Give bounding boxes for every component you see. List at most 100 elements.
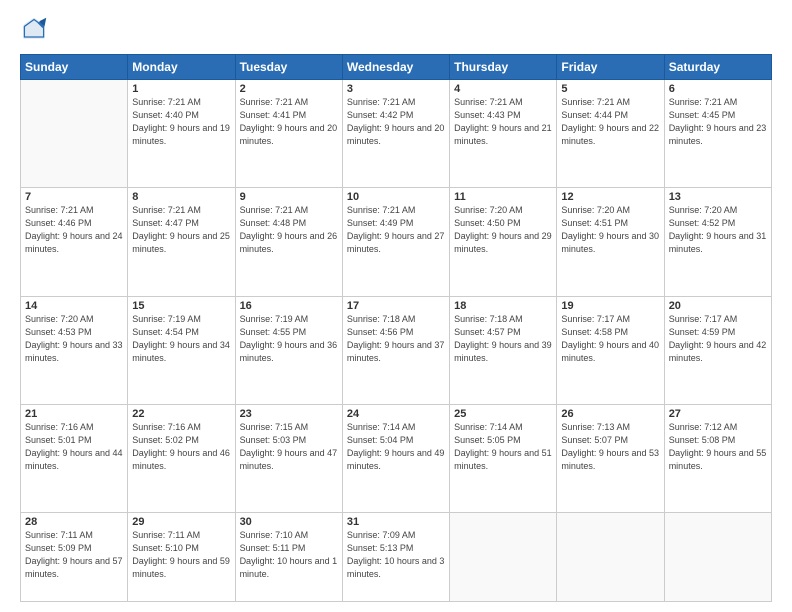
col-wednesday: Wednesday bbox=[342, 55, 449, 80]
day-info: Sunrise: 7:21 AMSunset: 4:45 PMDaylight:… bbox=[669, 96, 767, 148]
day-info: Sunrise: 7:17 AMSunset: 4:58 PMDaylight:… bbox=[561, 313, 659, 365]
calendar-cell: 2Sunrise: 7:21 AMSunset: 4:41 PMDaylight… bbox=[235, 80, 342, 188]
day-info: Sunrise: 7:20 AMSunset: 4:52 PMDaylight:… bbox=[669, 204, 767, 256]
day-info: Sunrise: 7:16 AMSunset: 5:01 PMDaylight:… bbox=[25, 421, 123, 473]
day-info: Sunrise: 7:20 AMSunset: 4:51 PMDaylight:… bbox=[561, 204, 659, 256]
day-info: Sunrise: 7:17 AMSunset: 4:59 PMDaylight:… bbox=[669, 313, 767, 365]
day-number: 30 bbox=[240, 516, 338, 528]
day-info: Sunrise: 7:21 AMSunset: 4:46 PMDaylight:… bbox=[25, 204, 123, 256]
day-number: 10 bbox=[347, 191, 445, 203]
calendar-cell: 19Sunrise: 7:17 AMSunset: 4:58 PMDayligh… bbox=[557, 296, 664, 404]
calendar-cell: 15Sunrise: 7:19 AMSunset: 4:54 PMDayligh… bbox=[128, 296, 235, 404]
day-number: 11 bbox=[454, 191, 552, 203]
day-number: 17 bbox=[347, 300, 445, 312]
day-info: Sunrise: 7:19 AMSunset: 4:55 PMDaylight:… bbox=[240, 313, 338, 365]
day-number: 31 bbox=[347, 516, 445, 528]
calendar-cell: 24Sunrise: 7:14 AMSunset: 5:04 PMDayligh… bbox=[342, 404, 449, 512]
day-info: Sunrise: 7:16 AMSunset: 5:02 PMDaylight:… bbox=[132, 421, 230, 473]
day-number: 19 bbox=[561, 300, 659, 312]
calendar-cell: 29Sunrise: 7:11 AMSunset: 5:10 PMDayligh… bbox=[128, 513, 235, 602]
calendar-cell: 17Sunrise: 7:18 AMSunset: 4:56 PMDayligh… bbox=[342, 296, 449, 404]
calendar-cell: 13Sunrise: 7:20 AMSunset: 4:52 PMDayligh… bbox=[664, 188, 771, 296]
col-friday: Friday bbox=[557, 55, 664, 80]
col-thursday: Thursday bbox=[450, 55, 557, 80]
calendar-cell: 3Sunrise: 7:21 AMSunset: 4:42 PMDaylight… bbox=[342, 80, 449, 188]
calendar-cell: 11Sunrise: 7:20 AMSunset: 4:50 PMDayligh… bbox=[450, 188, 557, 296]
day-info: Sunrise: 7:20 AMSunset: 4:53 PMDaylight:… bbox=[25, 313, 123, 365]
calendar-cell: 7Sunrise: 7:21 AMSunset: 4:46 PMDaylight… bbox=[21, 188, 128, 296]
day-info: Sunrise: 7:18 AMSunset: 4:57 PMDaylight:… bbox=[454, 313, 552, 365]
header bbox=[20, 16, 772, 44]
calendar-cell: 1Sunrise: 7:21 AMSunset: 4:40 PMDaylight… bbox=[128, 80, 235, 188]
day-info: Sunrise: 7:12 AMSunset: 5:08 PMDaylight:… bbox=[669, 421, 767, 473]
calendar-cell: 5Sunrise: 7:21 AMSunset: 4:44 PMDaylight… bbox=[557, 80, 664, 188]
calendar-cell: 23Sunrise: 7:15 AMSunset: 5:03 PMDayligh… bbox=[235, 404, 342, 512]
col-saturday: Saturday bbox=[664, 55, 771, 80]
day-info: Sunrise: 7:20 AMSunset: 4:50 PMDaylight:… bbox=[454, 204, 552, 256]
day-info: Sunrise: 7:11 AMSunset: 5:10 PMDaylight:… bbox=[132, 529, 230, 581]
day-info: Sunrise: 7:13 AMSunset: 5:07 PMDaylight:… bbox=[561, 421, 659, 473]
calendar-header-row: Sunday Monday Tuesday Wednesday Thursday… bbox=[21, 55, 772, 80]
day-info: Sunrise: 7:21 AMSunset: 4:41 PMDaylight:… bbox=[240, 96, 338, 148]
calendar-cell: 31Sunrise: 7:09 AMSunset: 5:13 PMDayligh… bbox=[342, 513, 449, 602]
day-info: Sunrise: 7:14 AMSunset: 5:05 PMDaylight:… bbox=[454, 421, 552, 473]
day-number: 25 bbox=[454, 408, 552, 420]
day-info: Sunrise: 7:21 AMSunset: 4:49 PMDaylight:… bbox=[347, 204, 445, 256]
day-number: 9 bbox=[240, 191, 338, 203]
day-number: 15 bbox=[132, 300, 230, 312]
day-info: Sunrise: 7:15 AMSunset: 5:03 PMDaylight:… bbox=[240, 421, 338, 473]
calendar-cell: 14Sunrise: 7:20 AMSunset: 4:53 PMDayligh… bbox=[21, 296, 128, 404]
calendar-cell: 25Sunrise: 7:14 AMSunset: 5:05 PMDayligh… bbox=[450, 404, 557, 512]
calendar-cell: 8Sunrise: 7:21 AMSunset: 4:47 PMDaylight… bbox=[128, 188, 235, 296]
calendar-cell: 18Sunrise: 7:18 AMSunset: 4:57 PMDayligh… bbox=[450, 296, 557, 404]
calendar-cell: 9Sunrise: 7:21 AMSunset: 4:48 PMDaylight… bbox=[235, 188, 342, 296]
day-number: 23 bbox=[240, 408, 338, 420]
day-info: Sunrise: 7:21 AMSunset: 4:43 PMDaylight:… bbox=[454, 96, 552, 148]
calendar-cell: 30Sunrise: 7:10 AMSunset: 5:11 PMDayligh… bbox=[235, 513, 342, 602]
day-number: 13 bbox=[669, 191, 767, 203]
day-number: 29 bbox=[132, 516, 230, 528]
calendar-cell: 16Sunrise: 7:19 AMSunset: 4:55 PMDayligh… bbox=[235, 296, 342, 404]
day-info: Sunrise: 7:21 AMSunset: 4:42 PMDaylight:… bbox=[347, 96, 445, 148]
day-info: Sunrise: 7:18 AMSunset: 4:56 PMDaylight:… bbox=[347, 313, 445, 365]
calendar-cell: 26Sunrise: 7:13 AMSunset: 5:07 PMDayligh… bbox=[557, 404, 664, 512]
col-monday: Monday bbox=[128, 55, 235, 80]
day-info: Sunrise: 7:21 AMSunset: 4:48 PMDaylight:… bbox=[240, 204, 338, 256]
calendar-cell bbox=[664, 513, 771, 602]
calendar-cell bbox=[450, 513, 557, 602]
day-number: 24 bbox=[347, 408, 445, 420]
day-number: 3 bbox=[347, 83, 445, 95]
day-number: 8 bbox=[132, 191, 230, 203]
calendar-cell: 20Sunrise: 7:17 AMSunset: 4:59 PMDayligh… bbox=[664, 296, 771, 404]
day-info: Sunrise: 7:11 AMSunset: 5:09 PMDaylight:… bbox=[25, 529, 123, 581]
day-number: 27 bbox=[669, 408, 767, 420]
day-number: 6 bbox=[669, 83, 767, 95]
day-info: Sunrise: 7:21 AMSunset: 4:40 PMDaylight:… bbox=[132, 96, 230, 148]
day-number: 2 bbox=[240, 83, 338, 95]
day-number: 5 bbox=[561, 83, 659, 95]
day-info: Sunrise: 7:14 AMSunset: 5:04 PMDaylight:… bbox=[347, 421, 445, 473]
day-info: Sunrise: 7:19 AMSunset: 4:54 PMDaylight:… bbox=[132, 313, 230, 365]
day-number: 1 bbox=[132, 83, 230, 95]
page: Sunday Monday Tuesday Wednesday Thursday… bbox=[0, 0, 792, 612]
logo bbox=[20, 16, 52, 44]
calendar-cell: 10Sunrise: 7:21 AMSunset: 4:49 PMDayligh… bbox=[342, 188, 449, 296]
day-info: Sunrise: 7:21 AMSunset: 4:44 PMDaylight:… bbox=[561, 96, 659, 148]
col-sunday: Sunday bbox=[21, 55, 128, 80]
day-info: Sunrise: 7:21 AMSunset: 4:47 PMDaylight:… bbox=[132, 204, 230, 256]
day-number: 12 bbox=[561, 191, 659, 203]
calendar-cell: 6Sunrise: 7:21 AMSunset: 4:45 PMDaylight… bbox=[664, 80, 771, 188]
calendar-cell bbox=[557, 513, 664, 602]
logo-icon bbox=[20, 16, 48, 44]
day-number: 28 bbox=[25, 516, 123, 528]
day-number: 26 bbox=[561, 408, 659, 420]
calendar-table: Sunday Monday Tuesday Wednesday Thursday… bbox=[20, 54, 772, 602]
day-number: 16 bbox=[240, 300, 338, 312]
day-number: 14 bbox=[25, 300, 123, 312]
calendar-cell: 4Sunrise: 7:21 AMSunset: 4:43 PMDaylight… bbox=[450, 80, 557, 188]
calendar-cell: 21Sunrise: 7:16 AMSunset: 5:01 PMDayligh… bbox=[21, 404, 128, 512]
calendar-cell bbox=[21, 80, 128, 188]
day-number: 18 bbox=[454, 300, 552, 312]
day-info: Sunrise: 7:09 AMSunset: 5:13 PMDaylight:… bbox=[347, 529, 445, 581]
day-number: 7 bbox=[25, 191, 123, 203]
